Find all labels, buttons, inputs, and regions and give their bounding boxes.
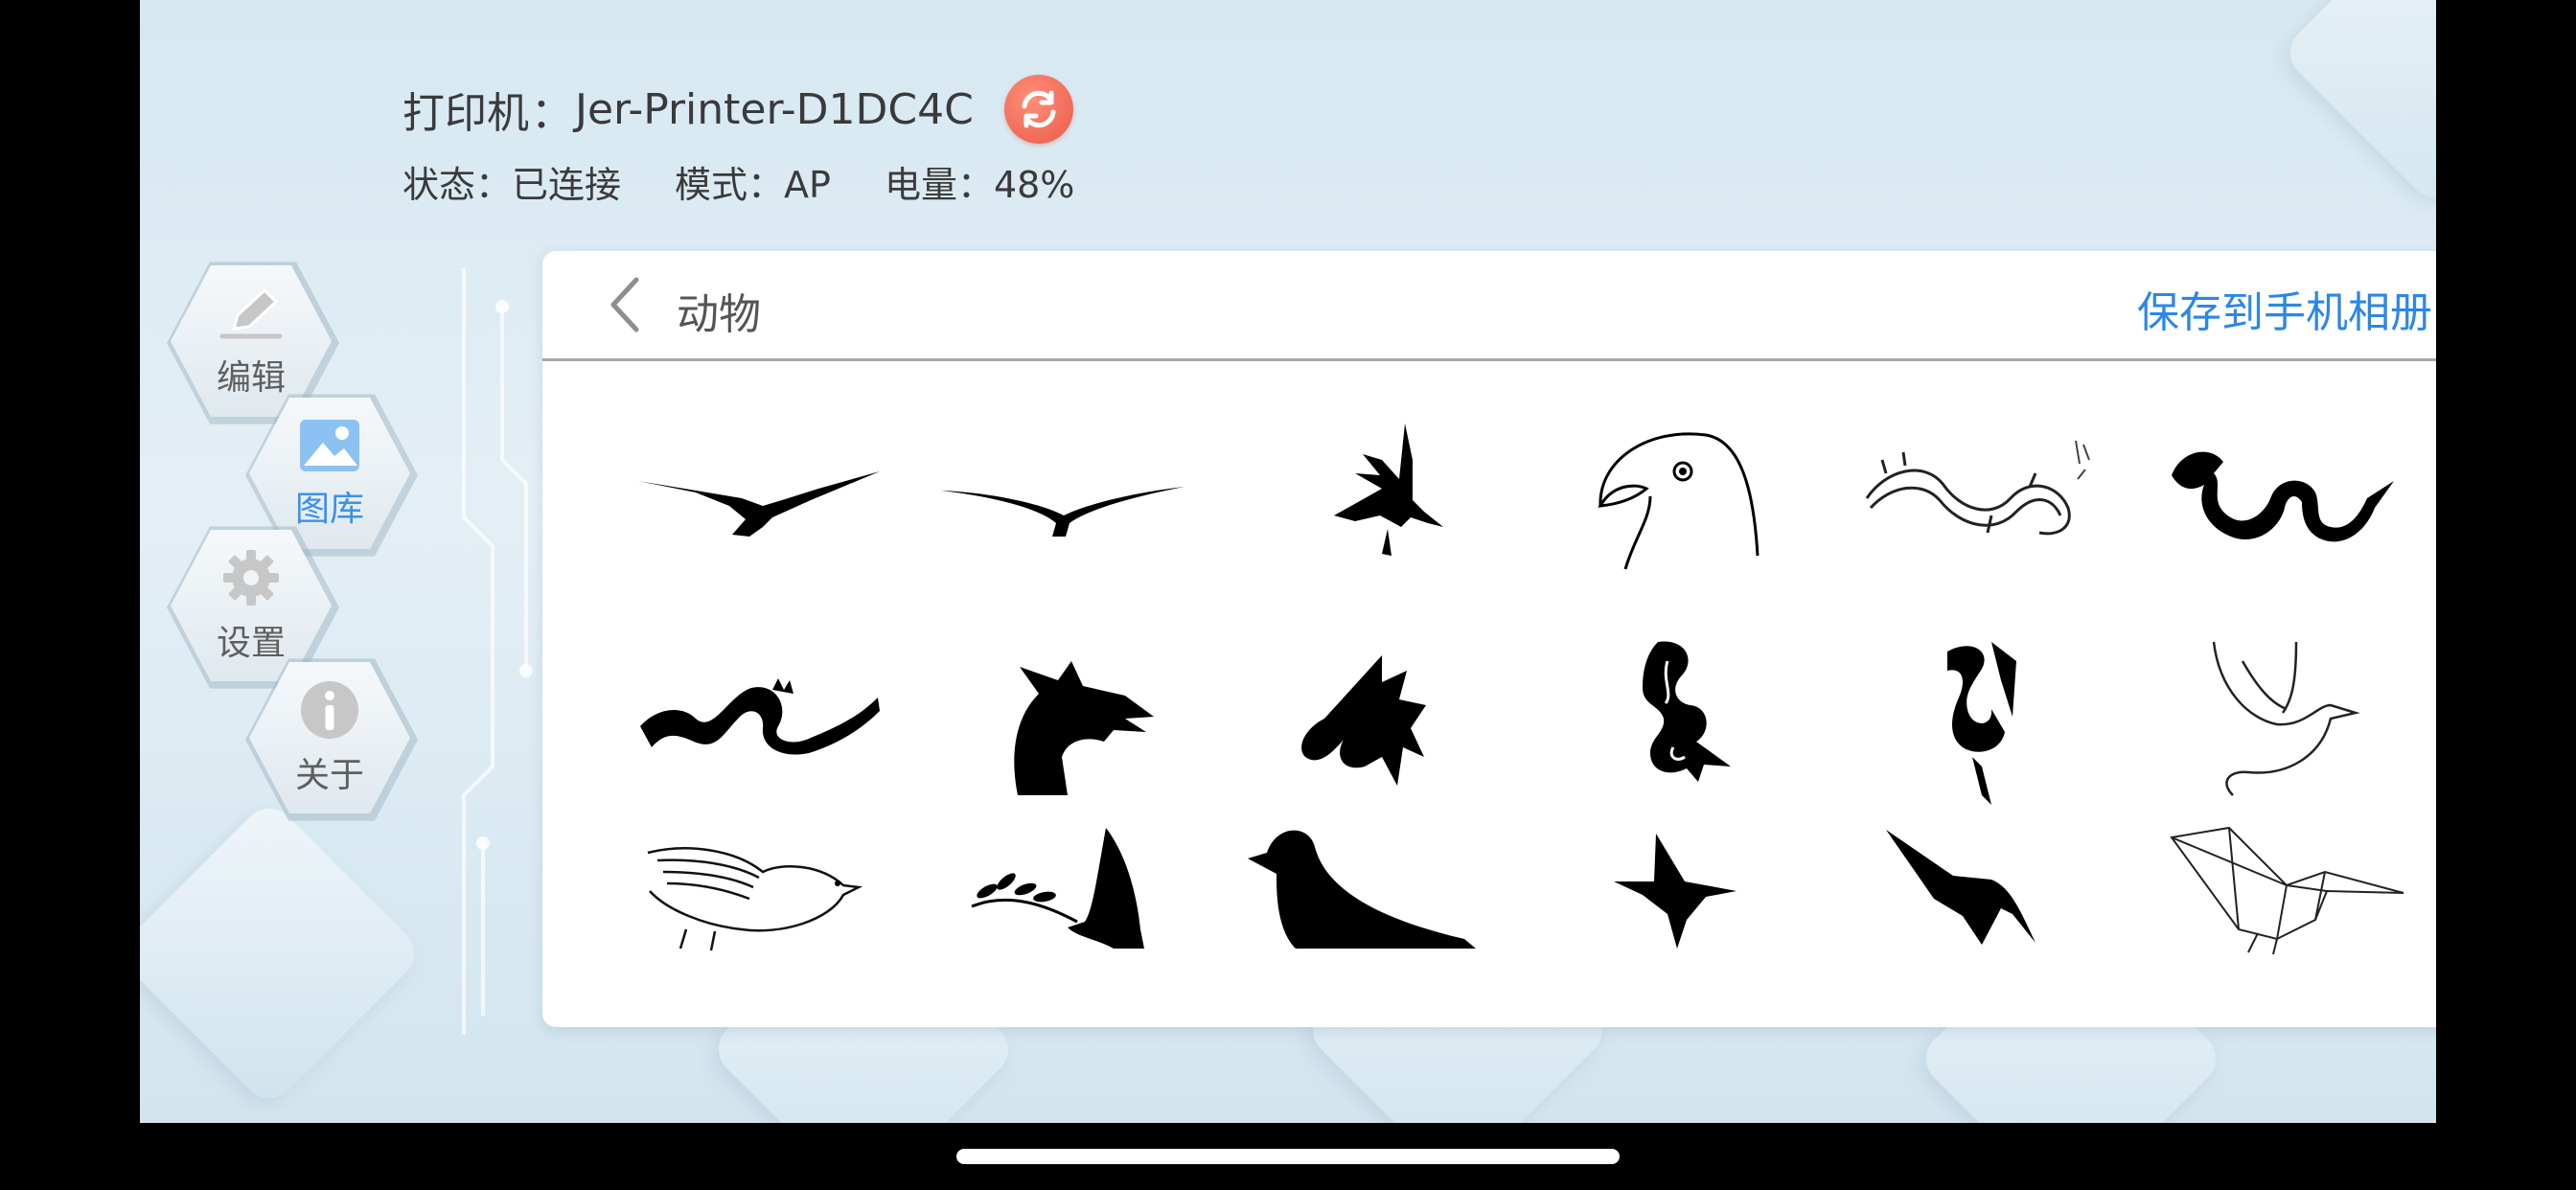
tribal-dragon-vertical-image (1643, 641, 1731, 782)
mode-status: 模式：AP (675, 164, 831, 206)
gallery-item-chinese-dragon-detailed[interactable] (1848, 393, 2106, 594)
eagle-wings-up-image (1334, 423, 1443, 556)
gallery-item-dragon-head-silhouette[interactable] (933, 613, 1192, 814)
background-tile (2279, 0, 2436, 209)
hummingbird-small-image (1614, 834, 1736, 949)
nav-label-about: 关于 (294, 756, 364, 795)
gallery-item-tribal-dragon-vertical[interactable] (1543, 613, 1802, 814)
gallery-item-ornate-bird[interactable] (629, 814, 887, 968)
gallery-item-eagle-soaring[interactable] (629, 393, 887, 594)
gallery-item-hummingbird-silhouette[interactable] (1848, 814, 2106, 968)
gallery-item-pigeon-silhouette[interactable] (1238, 814, 1497, 968)
nav-label-gallery: 图库 (294, 490, 364, 529)
tribal-dragon-coiled-image (2172, 451, 2394, 542)
back-chevron-icon[interactable] (606, 276, 644, 333)
ornate-bird-image (647, 847, 863, 951)
save-to-album-button[interactable]: 保存到手机相册 (2137, 278, 2432, 339)
nav-label-edit: 编辑 (216, 358, 286, 398)
eagle-soaring-image (638, 471, 880, 537)
gallery-item-dove-with-olive-branch[interactable] (933, 814, 1192, 968)
tribal-dragon-swan-image (1947, 642, 2016, 805)
dove-with-olive-branch-image (971, 828, 1144, 949)
hummingbird-silhouette-image (1886, 830, 2036, 945)
app-screen: 打印机： Jer-Printer-D1DC4C 状态：已连接 模式：AP 电量：4… (140, 0, 2436, 1123)
image-icon (300, 420, 359, 471)
gear-icon (223, 550, 279, 606)
geometric-hummingbird-image (2170, 826, 2404, 955)
gallery-item-geometric-hummingbird[interactable] (2152, 814, 2411, 968)
pigeon-silhouette-image (1248, 830, 1476, 949)
connection-status: 状态：已连接 (402, 164, 622, 206)
gallery-item-winged-dragon[interactable] (1238, 613, 1497, 814)
gallery-panel: 动物 保存到手机相册 (542, 251, 2436, 1027)
eagle-head-outline-image (1598, 432, 1760, 570)
home-indicator[interactable] (956, 1149, 1620, 1164)
gallery-item-tribal-dragon-coiled[interactable] (2152, 393, 2411, 594)
gallery-header: 动物 保存到手机相册 (542, 251, 2436, 361)
pencil-icon (219, 287, 283, 339)
dragon-serpent-image (640, 678, 880, 755)
printer-colon: ： (531, 89, 573, 138)
nav-label-settings: 设置 (216, 624, 286, 663)
category-title: 动物 (677, 290, 761, 339)
printer-info: 打印机： Jer-Printer-D1DC4C (402, 69, 1074, 149)
background-tile (140, 797, 426, 1110)
printer-header: 打印机： Jer-Printer-D1DC4C 状态：已连接 模式：AP 电量：4… (402, 69, 1074, 208)
gallery-item-hummingbird-small[interactable] (1543, 814, 1802, 968)
dragon-head-silhouette-image (1014, 661, 1154, 795)
gallery-item-dragon-serpent[interactable] (629, 613, 887, 814)
gallery-item-eagle-wings-up[interactable] (1238, 393, 1497, 594)
winged-dragon-image (1301, 655, 1426, 786)
printer-label: 打印机 (402, 89, 529, 138)
circuit-decoration (462, 268, 533, 1035)
gallery-item-dove-outline[interactable] (2152, 613, 2411, 814)
refresh-icon (1022, 90, 1056, 128)
info-icon (301, 681, 358, 739)
gallery-item-eagle-head-outline[interactable] (1543, 393, 1802, 594)
dove-outline-image (2212, 641, 2360, 796)
battery-status: 电量：48% (884, 164, 1075, 206)
chinese-dragon-detailed-image (1865, 440, 2090, 536)
eagle-gliding-image (941, 487, 1184, 537)
gallery-item-tribal-dragon-swan[interactable] (1848, 613, 2106, 814)
printer-name: Jer-Printer-D1DC4C (575, 84, 974, 134)
status-bar: 状态：已连接 模式：AP 电量：48% (402, 155, 1074, 208)
refresh-button[interactable] (1003, 75, 1073, 144)
gallery-item-eagle-gliding[interactable] (933, 393, 1192, 594)
